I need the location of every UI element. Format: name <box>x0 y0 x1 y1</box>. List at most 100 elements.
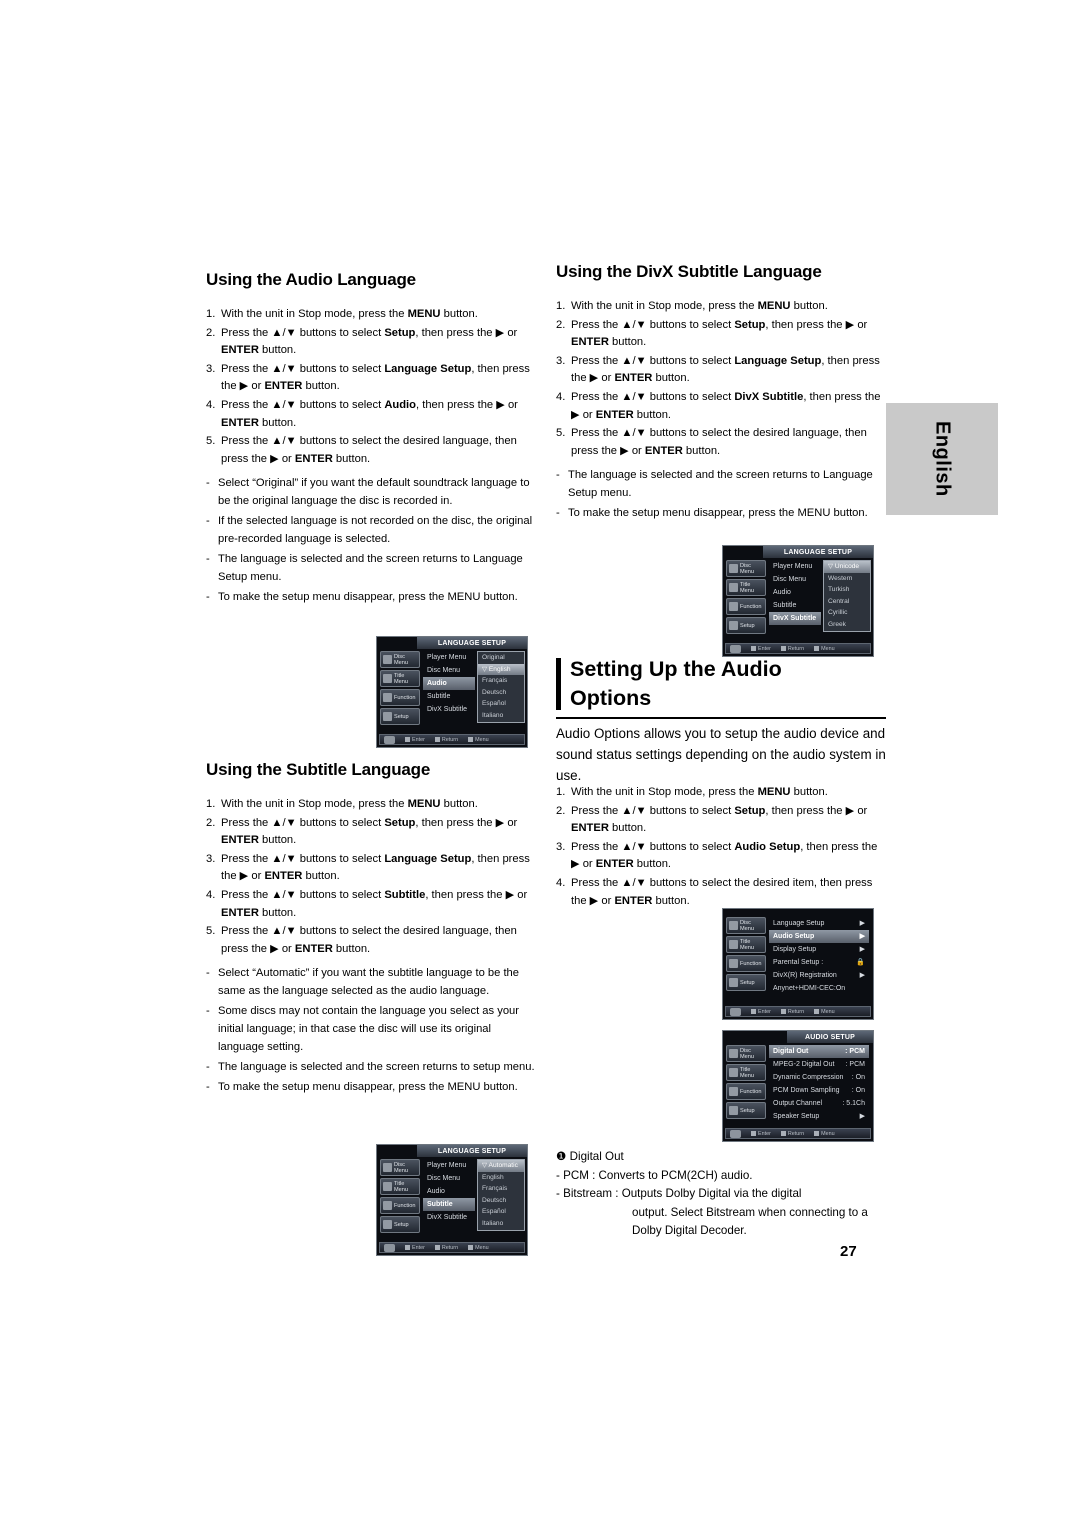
osd-menu-row[interactable]: Subtitle <box>769 599 821 612</box>
osd-menu: Player Menu Disc Menu Audio Subtitle Div… <box>423 651 475 716</box>
osd-submenu-row-selected[interactable]: ▽ Unicode <box>824 561 870 573</box>
osd-button-function[interactable]: Function <box>726 1083 766 1100</box>
osd-button-title-menu[interactable]: Title Menu <box>726 1064 766 1081</box>
osd-menu-row[interactable]: Player Menu <box>423 651 475 664</box>
osd-menu-row[interactable]: Language Setup ▶ <box>769 917 869 930</box>
osd-button-setup[interactable]: Setup <box>726 974 766 991</box>
osd-menu-row[interactable]: DivX(R) Registration ▶ <box>769 969 869 982</box>
osd-submenu-row[interactable]: Turkish <box>824 584 870 596</box>
osd-menu-row-selected[interactable]: Subtitle <box>423 1198 475 1211</box>
heading-subtitle-language: Using the Subtitle Language <box>206 760 431 779</box>
osd-button-disc-menu[interactable]: Disc Menu <box>726 917 766 934</box>
steps-audio-options-wrap: 1. With the unit in Stop mode, press the … <box>556 784 886 911</box>
footer-return: Return <box>780 646 804 652</box>
osd-submenu-row[interactable]: Italiano <box>478 1218 524 1230</box>
osd-left-buttons: Disc Menu Title Menu Function Setup <box>726 560 766 636</box>
osd-menu-row[interactable]: Disc Menu <box>769 573 821 586</box>
osd-submenu-row[interactable]: Greek <box>824 619 870 631</box>
step-item: 5. Press the ▲/▼ buttons to select the de… <box>556 427 867 457</box>
osd-submenu-row[interactable]: Español <box>478 1206 524 1218</box>
note-item: - The language is selected and the screen… <box>206 1061 535 1074</box>
footer-enter: Enter <box>405 1245 425 1251</box>
disc-icon <box>729 1049 738 1058</box>
title-icon <box>383 674 392 683</box>
osd-submenu-row[interactable]: Original <box>478 652 524 664</box>
step-text: Press the ▲/▼ buttons to select Language… <box>221 362 530 393</box>
osd-button-title-menu[interactable]: Title Menu <box>380 670 420 687</box>
osd-submenu-row[interactable]: Western <box>824 573 870 585</box>
title-icon <box>383 1182 392 1191</box>
step-item: 2. Press the ▲/▼ buttons to select Setup,… <box>206 816 518 847</box>
osd-button-disc-menu[interactable]: Disc Menu <box>726 560 766 577</box>
osd-button-title-menu[interactable]: Title Menu <box>726 579 766 596</box>
step-item: 2. Press the ▲/▼ buttons to select Setup,… <box>556 318 868 349</box>
osd-menu-row[interactable]: Subtitle <box>423 690 475 703</box>
footer-enter: Enter <box>405 737 425 743</box>
digital-out-line: - Bitstream : Outputs Dolby Digital via … <box>556 1187 802 1200</box>
step-text: With the unit in Stop mode, press the ME… <box>221 308 478 320</box>
osd-menu-row[interactable]: Display Setup ▶ <box>769 943 869 956</box>
osd-submenu-row[interactable]: English <box>478 1172 524 1184</box>
osd-submenu-row-selected[interactable]: ▽ English <box>478 663 524 675</box>
osd-button-function[interactable]: Function <box>380 689 420 706</box>
disc-icon <box>729 921 738 930</box>
steps-audio-language: 1. With the unit in Stop mode, press the … <box>206 306 536 468</box>
osd-menu-row[interactable]: Anynet+HDMI-CEC:On <box>769 982 869 995</box>
osd-menu-row-selected[interactable]: Audio Setup ▶ <box>769 930 869 943</box>
osd-menu-row[interactable]: Parental Setup : 🔒 <box>769 956 869 969</box>
osd-submenu: Original ▽ English Français Deutsch Espa… <box>477 651 525 723</box>
osd-footer: Enter Return Menu <box>379 734 525 745</box>
osd-menu-row-selected[interactable]: Digital Out: PCM <box>769 1045 869 1058</box>
osd-button-setup[interactable]: Setup <box>726 617 766 634</box>
osd-menu-row-selected[interactable]: DivX Subtitle <box>769 612 821 625</box>
osd-button-title-menu[interactable]: Title Menu <box>380 1178 420 1195</box>
title-icon <box>729 583 738 592</box>
dpad-icon <box>730 1007 741 1016</box>
osd-submenu-row-selected[interactable]: ▽ Automatic <box>478 1160 524 1172</box>
osd-button-setup[interactable]: Setup <box>726 1102 766 1119</box>
osd-menu-row[interactable]: Disc Menu <box>423 664 475 677</box>
osd-menu-row[interactable]: Dynamic Compression: On <box>769 1071 869 1084</box>
osd-menu-row-selected[interactable]: Audio <box>423 677 475 690</box>
osd-submenu-row[interactable]: Italiano <box>478 710 524 722</box>
osd-button-disc-menu[interactable]: Disc Menu <box>380 1159 420 1176</box>
digital-out-heading: ❶ Digital Out <box>556 1150 624 1163</box>
step-item: 4. Press the ▲/▼ buttons to select the de… <box>556 876 873 907</box>
osd-menu-row[interactable]: Player Menu <box>769 560 821 573</box>
osd-submenu-row[interactable]: Français <box>478 675 524 687</box>
osd-submenu-row[interactable]: Central <box>824 596 870 608</box>
note-item: - Select “Original” if you want the defau… <box>206 477 530 508</box>
osd-button-function[interactable]: Function <box>380 1197 420 1214</box>
osd-submenu-row[interactable]: Français <box>478 1183 524 1195</box>
osd-menu: Player Menu Disc Menu Audio Subtitle Div… <box>769 560 821 625</box>
osd-menu-row[interactable]: DivX Subtitle <box>423 703 475 716</box>
digital-out-line: Dolby Digital Decoder. <box>632 1224 747 1237</box>
osd-submenu-row[interactable]: Español <box>478 698 524 710</box>
osd-menu-row[interactable]: MPEG-2 Digital Out: PCM <box>769 1058 869 1071</box>
osd-menu: Player Menu Disc Menu Audio Subtitle Div… <box>423 1159 475 1224</box>
osd-button-disc-menu[interactable]: Disc Menu <box>726 1045 766 1062</box>
title-icon <box>729 940 738 949</box>
section-subtitle-language: Using the Subtitle Language 1. With the u… <box>206 760 536 1098</box>
osd-menu-row[interactable]: Player Menu <box>423 1159 475 1172</box>
osd-button-setup[interactable]: Setup <box>380 1216 420 1233</box>
osd-button-setup[interactable]: Setup <box>380 708 420 725</box>
digital-out-line: output. Select Bitstream when connecting… <box>632 1205 868 1219</box>
left-column: Using the Audio Language 1. With the unit… <box>206 270 536 608</box>
osd-menu-row[interactable]: PCM Down Sampling: On <box>769 1084 869 1097</box>
osd-button-function[interactable]: Function <box>726 598 766 615</box>
osd-menu-row[interactable]: Output Channel: 5.1Ch <box>769 1097 869 1110</box>
osd-submenu-row[interactable]: Deutsch <box>478 1195 524 1207</box>
osd-menu-row[interactable]: Audio <box>423 1185 475 1198</box>
osd-menu-row[interactable]: Audio <box>769 586 821 599</box>
osd-submenu-row[interactable]: Cyrillic <box>824 607 870 619</box>
osd-submenu-row[interactable]: Deutsch <box>478 687 524 699</box>
osd-menu-row[interactable]: Disc Menu <box>423 1172 475 1185</box>
dpad-icon <box>384 1243 395 1252</box>
osd-button-disc-menu[interactable]: Disc Menu <box>380 651 420 668</box>
step-item: 5. Press the ▲/▼ buttons to select the de… <box>206 435 517 465</box>
osd-menu-row[interactable]: Speaker Setup ▶ <box>769 1110 869 1123</box>
osd-menu-row[interactable]: DivX Subtitle <box>423 1211 475 1224</box>
osd-button-function[interactable]: Function <box>726 955 766 972</box>
osd-button-title-menu[interactable]: Title Menu <box>726 936 766 953</box>
